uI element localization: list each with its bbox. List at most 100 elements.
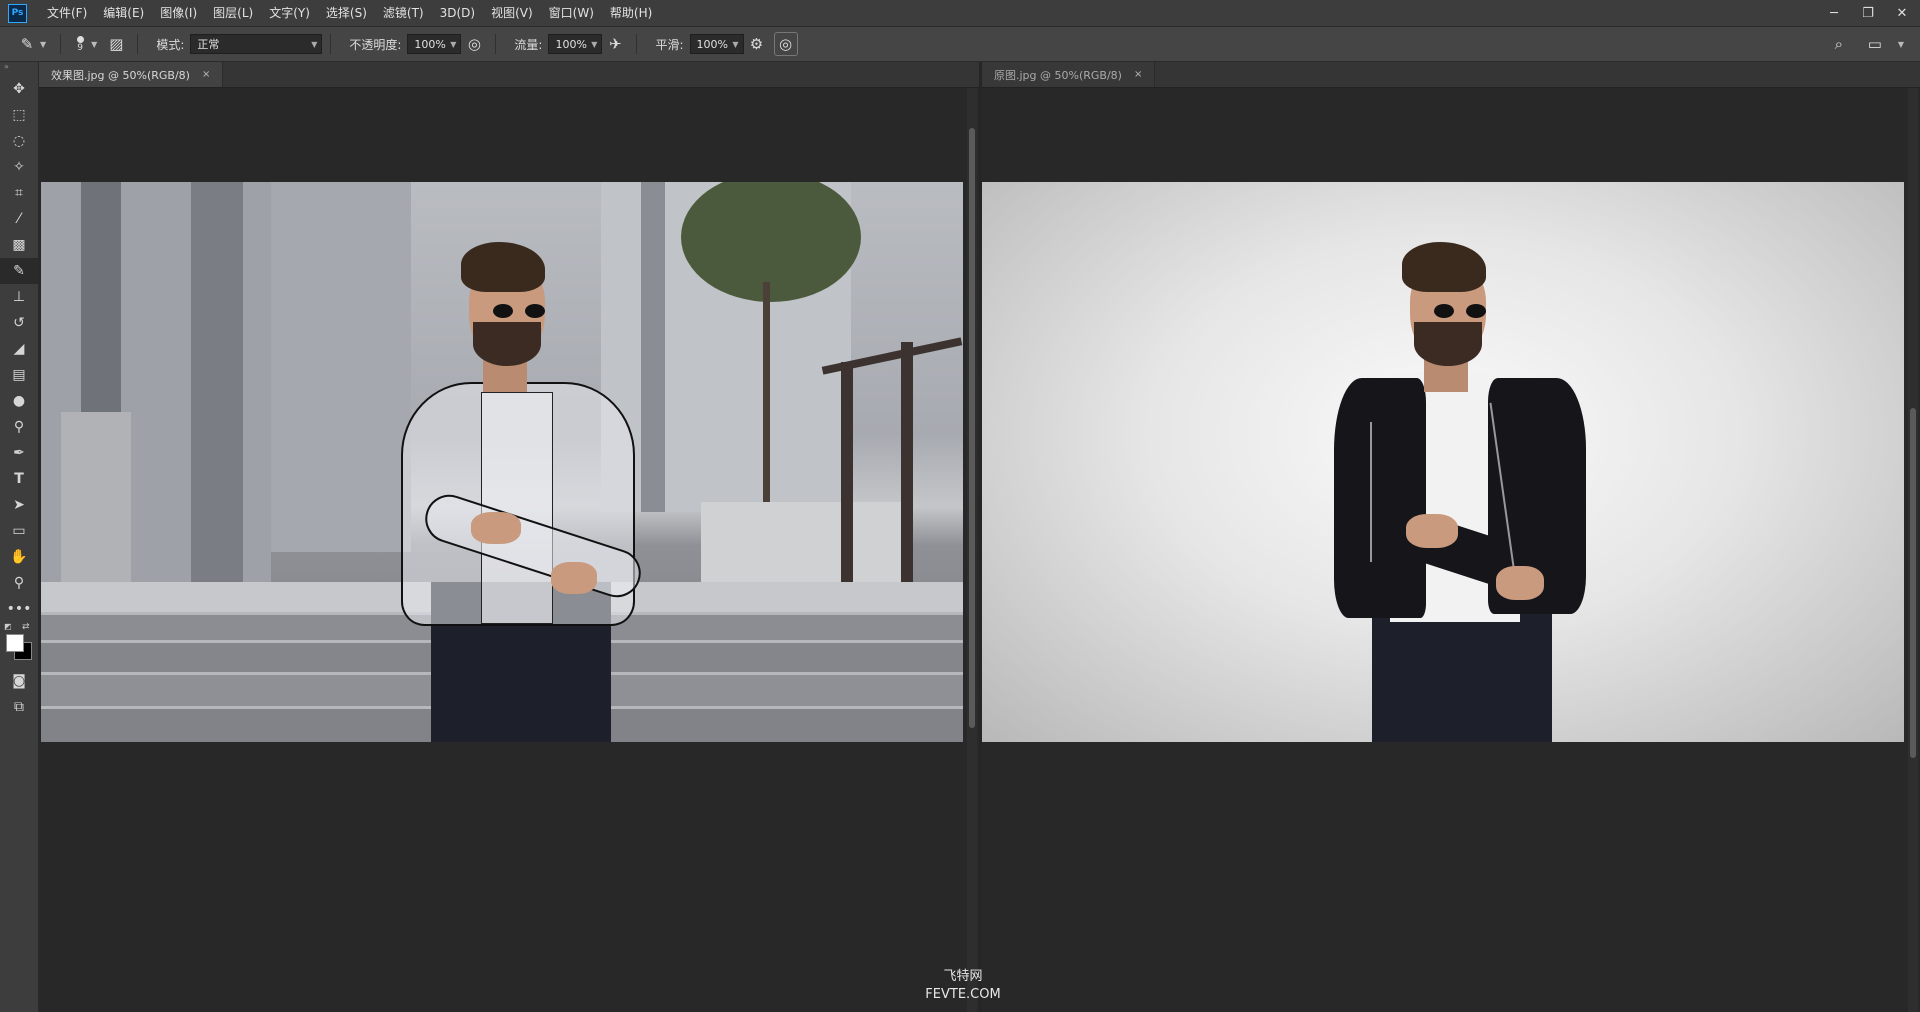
stamp-tool-icon[interactable]: ⊥ bbox=[0, 284, 38, 310]
search-icon[interactable]: ⌕ bbox=[1826, 31, 1852, 57]
workspace-icon[interactable]: ▭ bbox=[1862, 31, 1888, 57]
mode-value: 正常 bbox=[197, 38, 220, 51]
sunglasses bbox=[493, 304, 553, 318]
watermark-line1: 飞特网 bbox=[943, 969, 983, 984]
scrollbar-thumb[interactable] bbox=[969, 128, 975, 728]
hand bbox=[551, 562, 597, 594]
mode-label: 模式: bbox=[156, 37, 185, 52]
divider bbox=[137, 34, 139, 54]
minimize-icon[interactable]: ─ bbox=[1826, 6, 1842, 21]
shape-tool-icon[interactable]: ▭ bbox=[0, 518, 38, 544]
history-brush-tool-icon[interactable]: ↺ bbox=[0, 310, 38, 336]
smoothing-field[interactable]: 100% ▼ bbox=[689, 34, 744, 54]
railing-post bbox=[841, 362, 853, 582]
menu-file[interactable]: 文件(F) bbox=[39, 0, 95, 26]
menu-layer[interactable]: 图层(L) bbox=[205, 0, 261, 26]
menu-3d[interactable]: 3D(D) bbox=[432, 0, 483, 26]
tab-original-image[interactable]: 原图.jpg @ 50%(RGB/8) × bbox=[982, 62, 1156, 87]
eyedropper-tool-icon[interactable]: ⁄ bbox=[0, 206, 38, 232]
tab-effect-image[interactable]: 效果图.jpg @ 50%(RGB/8) × bbox=[39, 62, 224, 87]
tree-trunk bbox=[763, 282, 770, 512]
chevron-down-icon[interactable]: ▼ bbox=[40, 40, 46, 49]
screen-mode-icon[interactable]: ⧉ bbox=[0, 694, 38, 720]
smoothing-value: 100% bbox=[696, 37, 728, 51]
mode-select[interactable]: 正常 ▼ bbox=[190, 34, 323, 54]
document-tab-row: 效果图.jpg @ 50%(RGB/8) × bbox=[39, 62, 979, 88]
move-tool-icon[interactable]: ✥ bbox=[0, 76, 38, 102]
sunglasses bbox=[1434, 304, 1494, 318]
gear-icon[interactable]: ⚙ bbox=[744, 31, 770, 57]
opacity-field[interactable]: 100% ▼ bbox=[407, 34, 462, 54]
blur-tool-icon[interactable]: ● bbox=[0, 388, 38, 414]
brush-size-value: 9 bbox=[77, 42, 84, 53]
hand bbox=[1496, 566, 1544, 600]
brush-tool-icon[interactable]: ✎ bbox=[0, 258, 38, 284]
type-tool-icon[interactable]: T bbox=[0, 466, 38, 492]
quick-mask-icon[interactable]: ◙ bbox=[0, 668, 38, 694]
brush-size-picker[interactable]: 9 bbox=[69, 35, 91, 53]
photoshop-logo-icon: Ps bbox=[8, 3, 27, 23]
swap-colors-icon[interactable]: ⇄ bbox=[22, 622, 30, 632]
menu-select[interactable]: 选择(S) bbox=[318, 0, 375, 26]
menu-type[interactable]: 文字(Y) bbox=[261, 0, 318, 26]
healing-tool-icon[interactable]: ▩ bbox=[0, 232, 38, 258]
menu-help[interactable]: 帮助(H) bbox=[602, 0, 660, 26]
zipper bbox=[1370, 422, 1372, 562]
marquee-tool-icon[interactable]: ⬚ bbox=[0, 102, 38, 128]
hand-tool-icon[interactable]: ✋ bbox=[0, 544, 38, 570]
column bbox=[191, 182, 243, 582]
brush-preset-icon[interactable]: ✎ bbox=[14, 31, 40, 57]
airbrush-icon[interactable]: ✈ bbox=[602, 31, 628, 57]
divider bbox=[330, 34, 332, 54]
railing-post bbox=[901, 342, 913, 582]
menu-view[interactable]: 视图(V) bbox=[483, 0, 541, 26]
model-photo bbox=[1302, 182, 1632, 742]
hand bbox=[471, 512, 521, 544]
beard bbox=[1414, 322, 1482, 366]
opacity-value: 100% bbox=[414, 37, 446, 51]
opacity-label: 不透明度: bbox=[349, 37, 402, 52]
window-controls: ─ ❐ ✕ bbox=[1826, 0, 1910, 26]
tools-panel: » ✥ ⬚ ◌ ✧ ⌗ ⁄ ▩ ✎ ⊥ ↺ ◢ ▤ ● ⚲ ✒ T ➤ ▭ ✋ … bbox=[0, 62, 39, 1012]
close-icon[interactable]: ✕ bbox=[1894, 6, 1910, 21]
brush-settings-panel-icon[interactable]: ▨ bbox=[103, 31, 129, 57]
pressure-size-icon[interactable]: ◎ bbox=[773, 32, 798, 56]
close-icon[interactable]: × bbox=[1134, 69, 1142, 80]
chevron-down-icon[interactable]: ▼ bbox=[91, 40, 97, 49]
flow-field[interactable]: 100% ▼ bbox=[548, 34, 603, 54]
path-select-tool-icon[interactable]: ➤ bbox=[0, 492, 38, 518]
pen-tool-icon[interactable]: ✒ bbox=[0, 440, 38, 466]
lasso-tool-icon[interactable]: ◌ bbox=[0, 128, 38, 154]
menu-window[interactable]: 窗口(W) bbox=[541, 0, 602, 26]
default-colors-icon[interactable]: ◩ bbox=[4, 622, 12, 631]
menu-edit[interactable]: 编辑(E) bbox=[95, 0, 152, 26]
restore-icon[interactable]: ❐ bbox=[1860, 6, 1876, 21]
dodge-tool-icon[interactable]: ⚲ bbox=[0, 414, 38, 440]
color-swatches[interactable]: ◩ ⇄ bbox=[0, 622, 38, 668]
zoom-tool-icon[interactable]: ⚲ bbox=[0, 570, 38, 596]
watermark: 飞特网 FEVTE.COM bbox=[918, 968, 1008, 1004]
close-icon[interactable]: × bbox=[202, 69, 210, 80]
vertical-scrollbar[interactable] bbox=[967, 88, 977, 1012]
panel-collapse-icon[interactable]: » bbox=[0, 62, 38, 76]
foreground-color-swatch[interactable] bbox=[6, 634, 24, 652]
crop-tool-icon[interactable]: ⌗ bbox=[0, 180, 38, 206]
hair bbox=[461, 242, 545, 292]
tab-title: 效果图.jpg @ 50%(RGB/8) bbox=[51, 68, 190, 82]
menu-image[interactable]: 图像(I) bbox=[152, 0, 205, 26]
scrollbar-thumb[interactable] bbox=[1910, 408, 1916, 758]
gradient-tool-icon[interactable]: ▤ bbox=[0, 362, 38, 388]
vertical-scrollbar[interactable] bbox=[1908, 88, 1918, 1012]
quick-select-tool-icon[interactable]: ✧ bbox=[0, 154, 38, 180]
eraser-tool-icon[interactable]: ◢ bbox=[0, 336, 38, 362]
pressure-opacity-icon[interactable]: ◎ bbox=[461, 31, 487, 57]
planter bbox=[701, 502, 901, 582]
model-sketch bbox=[361, 182, 691, 742]
chevron-down-icon[interactable]: ▼ bbox=[1898, 40, 1904, 49]
more-tools-icon[interactable]: ••• bbox=[0, 596, 38, 622]
leather-jacket-left bbox=[1334, 378, 1426, 618]
canvas-effect-image[interactable] bbox=[41, 182, 963, 742]
canvas-original-image[interactable] bbox=[982, 182, 1904, 742]
chevron-down-icon: ▼ bbox=[591, 39, 598, 49]
menu-filter[interactable]: 滤镜(T) bbox=[375, 0, 432, 26]
